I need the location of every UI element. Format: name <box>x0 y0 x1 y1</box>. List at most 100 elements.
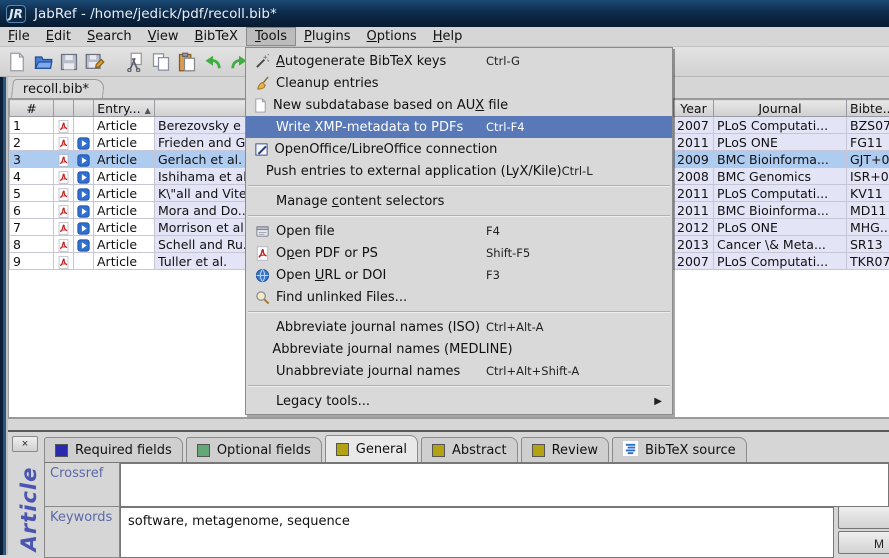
tools-dropdown-menu: Autogenerate BibTeX keysCtrl-G Cleanup en… <box>245 47 673 415</box>
row-number-cell: 1 <box>10 117 54 134</box>
menu-item-label: Abbreviate journal names (MEDLINE) <box>272 342 512 357</box>
url-cell[interactable] <box>74 151 94 168</box>
menu-item-autogenerate-bibtex-keys[interactable]: Autogenerate BibTeX keysCtrl-G <box>246 50 672 72</box>
url-cell[interactable] <box>74 202 94 219</box>
year-cell: 2011 <box>674 185 714 202</box>
menu-file[interactable]: File <box>0 27 38 46</box>
menu-item-legacy-tools[interactable]: Legacy tools...▶ <box>246 390 672 412</box>
pdf-file-cell[interactable] <box>54 151 74 168</box>
crossref-field-input[interactable] <box>120 463 889 507</box>
url-cell[interactable] <box>74 117 94 134</box>
cut-icon[interactable] <box>122 49 148 75</box>
tab-required-fields[interactable]: Required fields <box>44 437 183 462</box>
menu-item-openoffice-libreoffice-connection[interactable]: OpenOffice/LibreOffice connection <box>246 138 672 160</box>
pdf-file-cell[interactable] <box>54 202 74 219</box>
save-as-icon[interactable] <box>82 49 108 75</box>
paste-icon[interactable] <box>174 49 200 75</box>
year-cell: 2011 <box>674 134 714 151</box>
database-tab[interactable]: recoll.bib* <box>11 79 105 98</box>
menu-item-push-entries-to-external-application-lyx-kile[interactable]: Push entries to external application (Ly… <box>246 160 672 182</box>
url-cell[interactable] <box>74 168 94 185</box>
tab-label: Optional fields <box>217 443 311 458</box>
row-number-cell: 2 <box>10 134 54 151</box>
menu-item-label: Legacy tools... <box>276 394 370 409</box>
menu-help[interactable]: Help <box>425 27 471 46</box>
search-icon <box>250 289 274 306</box>
pdf-file-cell[interactable] <box>54 219 74 236</box>
pdf-file-cell[interactable] <box>54 168 74 185</box>
keywords-aux-button[interactable] <box>838 506 889 529</box>
menu-item-open-pdf-or-ps[interactable]: Open PDF or PSShift-F5 <box>246 242 672 264</box>
menu-item-open-file[interactable]: Open fileF4 <box>246 220 672 242</box>
menu-tools[interactable]: Tools <box>246 27 296 46</box>
open-database-icon[interactable] <box>30 49 56 75</box>
menu-item-new-subdatabase-based-on-aux-file[interactable]: New subdatabase based on AUX file <box>246 94 672 116</box>
column-header-Year[interactable]: Year <box>674 100 714 117</box>
pdf-icon <box>57 203 70 218</box>
tab-bibtex-source[interactable]: BibTeX source <box>612 437 747 462</box>
new-file-icon <box>250 97 271 114</box>
menu-item-cleanup-entries[interactable]: Cleanup entries <box>246 72 672 94</box>
menu-item-abbreviate-journal-names-medline[interactable]: Abbreviate journal names (MEDLINE) <box>246 338 672 360</box>
close-entry-editor-button[interactable]: × <box>12 436 38 452</box>
url-cell[interactable] <box>74 253 94 270</box>
column-header-Bibte...[interactable]: Bibte... <box>847 100 889 117</box>
menu-plugins[interactable]: Plugins <box>296 27 359 46</box>
entrytype-cell: Article <box>94 202 155 219</box>
tab-abstract[interactable]: Abstract <box>421 437 518 462</box>
url-cell[interactable] <box>74 134 94 151</box>
menu-item-label: Cleanup entries <box>276 76 379 91</box>
url-cell[interactable] <box>74 236 94 253</box>
save-database-icon[interactable] <box>56 49 82 75</box>
menu-item-unabbreviate-journal-names[interactable]: Unabbreviate journal namesCtrl+Alt+Shift… <box>246 360 672 382</box>
url-cell[interactable] <box>74 185 94 202</box>
pdf-file-cell[interactable] <box>54 236 74 253</box>
menu-label: Tools <box>255 29 287 44</box>
bibtexkey-cell: ISR+08 <box>847 168 889 185</box>
pdf-file-cell[interactable] <box>54 185 74 202</box>
copy-icon[interactable] <box>148 49 174 75</box>
menu-item-write-xmp-metadata-to-pdfs[interactable]: Write XMP-metadata to PDFsCtrl-F4 <box>246 116 672 138</box>
horizontal-splitter[interactable] <box>8 418 889 430</box>
menu-item-find-unlinked-files[interactable]: Find unlinked Files... <box>246 286 672 308</box>
keywords-field-input[interactable]: software, metagenome, sequence <box>120 507 834 558</box>
menu-item-open-url-or-doi[interactable]: Open URL or DOIF3 <box>246 264 672 286</box>
pdf-file-cell[interactable] <box>54 117 74 134</box>
tab-review[interactable]: Review <box>521 437 609 462</box>
pdf-file-cell[interactable] <box>54 134 74 151</box>
menu-item-label: Open PDF or PS <box>276 246 378 261</box>
menu-search[interactable]: Search <box>79 27 140 46</box>
column-header-Journal[interactable]: Journal <box>714 100 847 117</box>
pdf-file-cell[interactable] <box>54 253 74 270</box>
menu-view[interactable]: View <box>140 27 187 46</box>
menu-item-shortcut: Ctrl-F4 <box>486 120 664 134</box>
tab-color-square <box>336 443 349 456</box>
entrytype-cell: Article <box>94 253 155 270</box>
entrytype-cell: Article <box>94 168 155 185</box>
url-play-icon <box>77 135 90 150</box>
tab-general[interactable]: General <box>325 435 418 462</box>
column-header-icon[interactable] <box>74 100 94 117</box>
entrytype-cell: Article <box>94 134 155 151</box>
menu-item-label: Push entries to external application (Ly… <box>266 164 562 179</box>
column-header-Entry...[interactable]: Entry...▲ <box>94 100 155 117</box>
menu-item-abbreviate-journal-names-iso[interactable]: Abbreviate journal names (ISO)Ctrl+Alt-A <box>246 316 672 338</box>
undo-icon[interactable] <box>200 49 226 75</box>
menu-item-shortcut: F3 <box>486 268 664 282</box>
menu-options[interactable]: Options <box>359 27 425 46</box>
menu-bibtex[interactable]: BibTeX <box>187 27 246 46</box>
url-cell[interactable] <box>74 219 94 236</box>
bibtexkey-cell: TKR07 <box>847 253 889 270</box>
entry-editor-tabs: Required fields Optional fields GeneralAbs… <box>44 435 750 462</box>
tab-optional-fields[interactable]: Optional fields <box>186 437 322 462</box>
column-header-#[interactable]: # <box>10 100 54 117</box>
manage-keywords-button[interactable]: M <box>838 531 889 554</box>
no-icon <box>250 341 270 358</box>
bibtexkey-cell: MHG... <box>847 219 889 236</box>
column-header-icon[interactable] <box>54 100 74 117</box>
journal-cell: PLoS ONE <box>714 219 847 236</box>
new-database-icon[interactable] <box>4 49 30 75</box>
menu-edit[interactable]: Edit <box>38 27 79 46</box>
menu-item-manage-content-selectors[interactable]: Manage content selectors <box>246 190 672 212</box>
window-left-border <box>0 77 8 555</box>
